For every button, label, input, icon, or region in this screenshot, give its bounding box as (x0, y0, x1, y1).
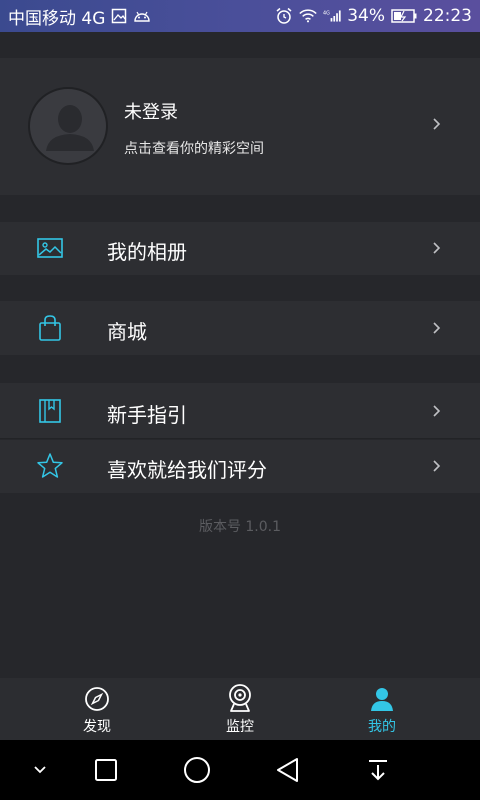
system-navigation-bar (0, 740, 480, 800)
webcam-icon (229, 684, 251, 712)
recent-apps-button[interactable] (90, 754, 122, 786)
pull-down-icon (369, 760, 387, 781)
wifi-icon (299, 7, 317, 25)
back-button[interactable] (272, 754, 304, 786)
status-bar: 中国移动 4G 4G 34% 22:23 (0, 0, 480, 32)
chevron-right-icon (432, 240, 442, 259)
menu-label-album: 我的相册 (107, 240, 187, 264)
hide-navbar-button[interactable] (24, 754, 56, 786)
tab-mine[interactable]: 我的 (322, 678, 442, 740)
menu-item-rate[interactable]: 喜欢就给我们评分 (0, 440, 480, 493)
menu-label-guide: 新手指引 (107, 403, 187, 427)
shopping-bag-icon (39, 315, 61, 341)
default-avatar-icon (46, 105, 94, 151)
profile-subtitle: 点击查看你的精彩空间 (124, 141, 264, 157)
user-icon (371, 688, 393, 711)
tab-label-monitor: 监控 (226, 719, 254, 735)
gallery-notification-icon (110, 7, 128, 25)
compass-icon (85, 687, 109, 711)
notification-pulldown-button[interactable] (362, 754, 394, 786)
chevron-right-icon (432, 403, 442, 422)
carrier-label: 中国移动 4G (8, 8, 106, 29)
version-label: 版本号 1.0.1 (198, 519, 282, 535)
clock: 22:23 (423, 6, 472, 26)
svg-text:4G: 4G (323, 11, 330, 17)
menu-item-album[interactable]: 我的相册 (0, 222, 480, 275)
top-spacer (0, 32, 480, 58)
android-notification-icon (133, 7, 151, 25)
alarm-icon (275, 7, 293, 25)
chevron-right-icon (432, 458, 442, 477)
profile-name: 未登录 (124, 102, 178, 123)
avatar[interactable] (28, 87, 108, 165)
menu-item-shop[interactable]: 商城 (0, 301, 480, 355)
back-triangle-icon (277, 758, 298, 782)
profile-header[interactable]: 未登录 点击查看你的精彩空间 (0, 58, 480, 195)
book-icon (39, 399, 61, 423)
menu-label-rate: 喜欢就给我们评分 (107, 458, 267, 482)
bottom-tab-bar: 发现 监控 我的 (0, 678, 480, 740)
divider (0, 438, 480, 439)
home-button[interactable] (181, 754, 213, 786)
tab-label-discover: 发现 (83, 719, 111, 735)
menu-item-guide[interactable]: 新手指引 (0, 383, 480, 438)
chevron-down-icon (34, 766, 46, 774)
battery-icon (391, 7, 417, 25)
chevron-right-icon (432, 320, 442, 339)
chevron-right-icon (432, 116, 442, 135)
picture-icon (37, 238, 63, 258)
tab-label-mine: 我的 (368, 719, 396, 735)
tab-monitor[interactable]: 监控 (180, 678, 300, 740)
star-icon (37, 453, 63, 478)
signal-icon: 4G (323, 7, 341, 25)
square-icon (95, 759, 117, 781)
menu-label-shop: 商城 (107, 320, 147, 344)
tab-discover[interactable]: 发现 (37, 678, 157, 740)
circle-icon (184, 757, 210, 783)
battery-percent: 34% (347, 6, 385, 26)
